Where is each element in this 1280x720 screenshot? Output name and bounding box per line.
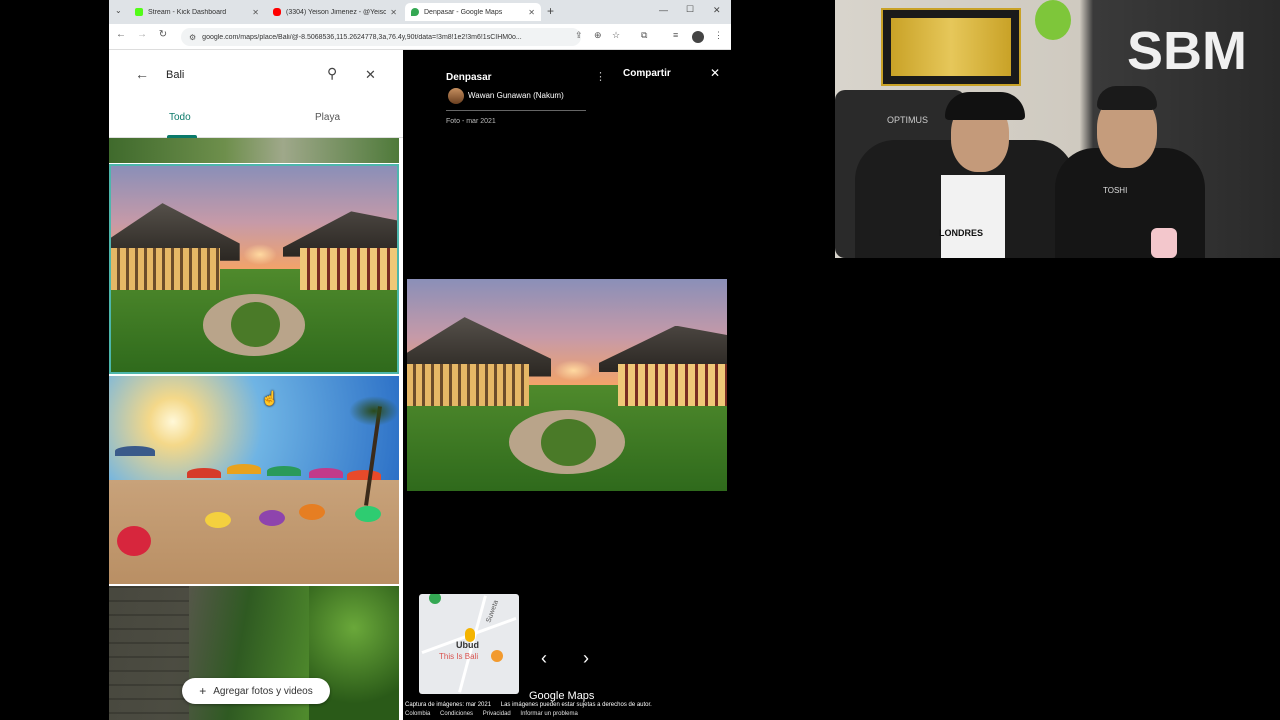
photo-filter-tabs: Todo Playa: [109, 102, 403, 138]
photo-thumbnail-selected[interactable]: [109, 164, 399, 374]
author-avatar[interactable]: [448, 88, 464, 104]
prev-photo-button[interactable]: ‹: [541, 648, 547, 669]
photo-date: Foto - mar 2021: [446, 118, 496, 125]
author-name[interactable]: Wawan Gunawan (Nakum): [468, 91, 564, 100]
tab-playa[interactable]: Playa: [315, 112, 340, 123]
minimize-button[interactable]: —: [659, 5, 668, 15]
sbm-sign: SBM: [1127, 21, 1247, 81]
zoom-icon[interactable]: ⊕: [594, 30, 602, 41]
browser-tab[interactable]: (3304) Yeison Jimenez - @Yeiso ✕: [267, 3, 403, 21]
main-photo: [407, 279, 727, 491]
profile-avatar[interactable]: [692, 31, 704, 43]
tab-close-icon[interactable]: ✕: [252, 8, 259, 17]
plus-icon: +: [199, 684, 207, 698]
tab-strip: ⌄ Stream - Kick Dashboard ✕ (3304) Yeiso…: [109, 0, 731, 24]
photo-thumbnail[interactable]: [109, 138, 399, 163]
media-icon[interactable]: ≡: [673, 30, 678, 40]
toy-figure: [1035, 0, 1071, 40]
place-title: Denpasar: [446, 72, 492, 83]
back-icon[interactable]: ←: [114, 29, 128, 40]
map-pin-icon: [429, 594, 441, 604]
footer-link[interactable]: Informar un problema: [520, 711, 577, 717]
browser-window: ⌄ Stream - Kick Dashboard ✕ (3304) Yeiso…: [109, 0, 731, 720]
install-icon[interactable]: ⇪: [575, 30, 583, 41]
footer-link[interactable]: Colombia: [405, 711, 430, 717]
restaurant-pin-icon: [491, 650, 503, 662]
forward-icon[interactable]: →: [135, 29, 149, 40]
menu-icon[interactable]: ⋮: [714, 30, 723, 41]
browser-tab[interactable]: Stream - Kick Dashboard ✕: [129, 3, 265, 21]
search-row: ← Bali ⚲ ✕: [109, 50, 403, 102]
browser-tab-active[interactable]: Denpasar - Google Maps ✕: [405, 3, 541, 21]
bookmark-star-icon[interactable]: ☆: [612, 30, 620, 41]
search-input[interactable]: Bali: [166, 69, 184, 81]
photo-viewer: Denpasar Wawan Gunawan (Nakum) Foto - ma…: [403, 50, 731, 720]
new-tab-button[interactable]: +: [547, 4, 554, 18]
url-field[interactable]: ⚙ google.com/maps/place/Bali/@-8.5068536…: [181, 28, 581, 46]
footer-link[interactable]: Condiciones: [440, 711, 473, 717]
divider: [446, 110, 586, 111]
photo-thumbnail[interactable]: [109, 376, 399, 584]
site-info-icon[interactable]: ⚙: [189, 33, 196, 42]
more-options-icon[interactable]: ⋮: [595, 70, 606, 83]
back-arrow-icon[interactable]: ←: [135, 66, 149, 82]
cup: [1151, 228, 1177, 258]
clear-search-icon[interactable]: ✕: [365, 67, 376, 83]
viewer-footer: Captura de imágenes: mar 2021 Las imágen…: [405, 702, 652, 717]
cursor-hand-icon: ☝: [261, 390, 279, 406]
kick-favicon-icon: [135, 8, 143, 16]
money-frame: [881, 8, 1021, 86]
tab-close-icon[interactable]: ✕: [390, 8, 397, 17]
search-icon[interactable]: ⚲: [327, 65, 337, 82]
footer-link[interactable]: Privacidad: [483, 711, 511, 717]
webcam-overlay: SBM OPTIMUS LONDRES TOSHI: [835, 0, 1280, 258]
mini-map[interactable]: Suweta Ubud This Is Bali: [419, 594, 519, 694]
next-photo-button[interactable]: ›: [583, 648, 589, 669]
address-bar: ← → ↻ ⚙ google.com/maps/place/Bali/@-8.5…: [109, 24, 731, 50]
close-viewer-button[interactable]: ✕: [710, 66, 720, 80]
cap: [945, 92, 1025, 120]
tab-close-icon[interactable]: ✕: [528, 8, 535, 17]
tab-todo[interactable]: Todo: [169, 112, 191, 123]
google-maps-logo: Google Maps: [529, 690, 595, 702]
tab-search-icon[interactable]: ⌄: [115, 6, 122, 15]
maps-side-panel: ← Bali ⚲ ✕ Todo Playa + Agregar fotos y …: [109, 50, 403, 720]
maximize-button[interactable]: ☐: [686, 4, 694, 15]
extensions-icon[interactable]: ⧉: [641, 30, 647, 41]
maps-favicon-icon: [411, 8, 419, 16]
youtube-favicon-icon: [273, 8, 281, 16]
share-button[interactable]: Compartir: [623, 68, 671, 79]
add-photos-button[interactable]: + Agregar fotos y videos: [182, 678, 330, 704]
reload-icon[interactable]: ↻: [156, 29, 170, 40]
close-window-button[interactable]: ✕: [713, 5, 721, 16]
